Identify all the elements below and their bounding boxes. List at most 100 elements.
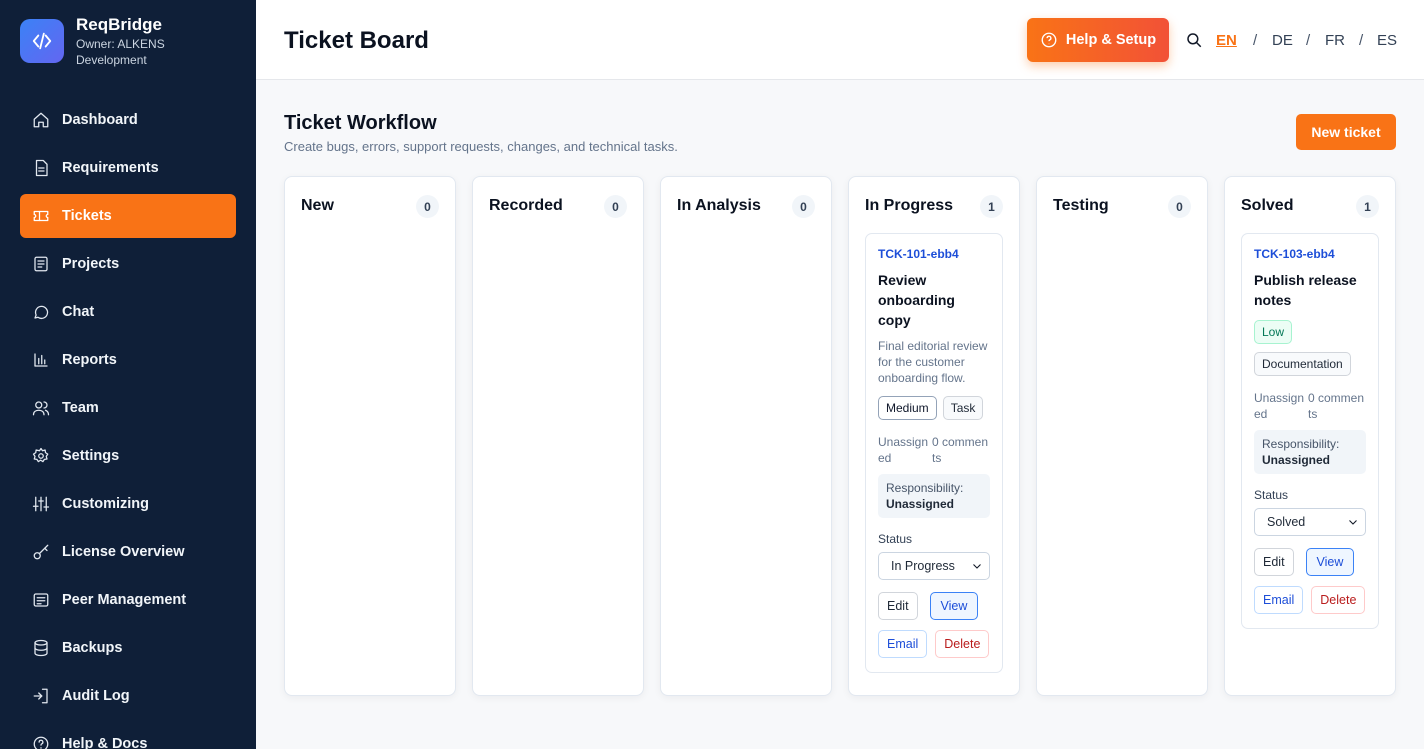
database-icon xyxy=(32,639,50,657)
status-select[interactable]: Solved xyxy=(1254,508,1366,536)
language-separator: / xyxy=(1306,32,1311,49)
view-button[interactable]: View xyxy=(929,592,979,620)
search-icon[interactable] xyxy=(1185,31,1203,49)
sidebar-item-label: Tickets xyxy=(62,208,112,224)
assignee-text: Unassigned xyxy=(878,435,929,465)
sidebar-item-audit-log[interactable]: Audit Log xyxy=(20,674,236,718)
language-es[interactable]: ES xyxy=(1377,32,1397,49)
team-icon xyxy=(32,399,50,417)
priority-badge: Low xyxy=(1254,320,1293,344)
brand-name: ReqBridge xyxy=(76,14,162,34)
sliders-icon xyxy=(32,495,50,513)
language-separator: / xyxy=(1359,32,1364,49)
column-title: In Analysis xyxy=(677,197,761,214)
column-count-badge: 0 xyxy=(416,195,439,218)
language-fr[interactable]: FR xyxy=(1325,32,1345,49)
status-label: Status xyxy=(878,532,913,546)
view-button[interactable]: View xyxy=(1305,548,1355,576)
responsibility-value: Unassigned xyxy=(1262,453,1331,467)
sidebar-item-requirements[interactable]: Requirements xyxy=(20,146,236,190)
sidebar-item-label: Backups xyxy=(62,640,123,656)
ticket-card[interactable]: TCK-103-ebb4 Publish release notes Low D… xyxy=(1241,233,1379,629)
column-recorded: Recorded 0 xyxy=(472,176,644,696)
home-icon xyxy=(32,111,50,129)
sidebar-nav: Dashboard Requirements Tickets Projects … xyxy=(20,98,236,749)
sidebar-item-backups[interactable]: Backups xyxy=(20,626,236,670)
priority-badge: Medium xyxy=(878,396,937,420)
column-title: In Progress xyxy=(865,197,954,214)
ticket-description: Final editorial review for the customer … xyxy=(878,339,988,385)
sidebar-item-label: Reports xyxy=(62,352,117,368)
sidebar-item-reports[interactable]: Reports xyxy=(20,338,236,382)
sidebar-item-label: Requirements xyxy=(62,160,159,176)
chat-icon xyxy=(32,303,50,321)
new-ticket-button[interactable]: New ticket xyxy=(1296,114,1396,150)
help-setup-button[interactable]: Help & Setup xyxy=(1027,18,1169,62)
sidebar-item-tickets[interactable]: Tickets xyxy=(20,194,236,238)
column-title: New xyxy=(301,197,334,214)
comments-count: 0 comments xyxy=(1308,391,1365,421)
language-separator: / xyxy=(1253,32,1258,49)
sidebar-item-settings[interactable]: Settings xyxy=(20,434,236,478)
bar-chart-icon xyxy=(32,351,50,369)
column-title: Recorded xyxy=(489,197,563,214)
sidebar-item-label: Help & Docs xyxy=(62,736,148,749)
language-de[interactable]: DE xyxy=(1272,32,1293,49)
ticket-icon xyxy=(32,207,50,225)
edit-button[interactable]: Edit xyxy=(878,592,918,620)
sidebar-item-label: Chat xyxy=(62,304,95,320)
sidebar-item-license-overview[interactable]: License Overview xyxy=(20,530,236,574)
ticket-id-link[interactable]: TCK-101-ebb4 xyxy=(878,246,990,262)
key-icon xyxy=(32,543,50,561)
column-new: New 0 xyxy=(284,176,456,696)
ticket-id-link[interactable]: TCK-103-ebb4 xyxy=(1254,246,1366,262)
edit-button[interactable]: Edit xyxy=(1254,548,1294,576)
sidebar-item-label: Projects xyxy=(62,256,120,272)
column-count-badge: 1 xyxy=(1356,195,1379,218)
sidebar-item-customizing[interactable]: Customizing xyxy=(20,482,236,526)
ticket-card[interactable]: TCK-101-ebb4 Review onboarding copy Fina… xyxy=(865,233,1003,673)
code-logo-icon xyxy=(20,19,64,63)
status-select-value: Solved xyxy=(1267,515,1306,529)
column-count-badge: 0 xyxy=(792,195,815,218)
top-header: Ticket Board Help & Setup EN / DE / FR /… xyxy=(256,0,1424,80)
chevron-down-icon xyxy=(973,564,981,569)
delete-button[interactable]: Delete xyxy=(935,630,990,658)
sidebar-item-team[interactable]: Team xyxy=(20,386,236,430)
help-icon xyxy=(32,735,50,749)
type-badge: Task xyxy=(942,396,984,420)
status-select[interactable]: In Progress xyxy=(878,552,990,580)
document-icon xyxy=(32,159,50,177)
help-icon xyxy=(1041,32,1057,48)
sidebar-item-help-docs[interactable]: Help & Docs xyxy=(20,722,236,749)
responsibility-box: Responsibility: Unassigned xyxy=(1254,430,1366,474)
delete-button[interactable]: Delete xyxy=(1311,586,1366,614)
language-en[interactable]: EN xyxy=(1216,32,1237,49)
sidebar: ReqBridge Owner: ALKENS Development Dash… xyxy=(0,0,256,749)
column-in-progress: In Progress 1 TCK-101-ebb4 Review onboar… xyxy=(848,176,1020,696)
ticket-title: Publish release notes xyxy=(1254,272,1357,308)
comments-count: 0 comments xyxy=(932,435,989,465)
sidebar-item-label: Audit Log xyxy=(62,688,130,704)
sidebar-item-dashboard[interactable]: Dashboard xyxy=(20,98,236,142)
section-subtitle: Create bugs, errors, support requests, c… xyxy=(284,139,678,154)
chevron-down-icon xyxy=(1349,520,1357,525)
responsibility-box: Responsibility: Unassigned xyxy=(878,474,990,518)
page-title: Ticket Board xyxy=(284,27,429,54)
column-solved: Solved 1 TCK-103-ebb4 Publish release no… xyxy=(1224,176,1396,696)
gear-icon xyxy=(32,447,50,465)
sidebar-item-peer-management[interactable]: Peer Management xyxy=(20,578,236,622)
column-count-badge: 0 xyxy=(604,195,627,218)
email-button[interactable]: Email xyxy=(878,630,928,658)
email-button[interactable]: Email xyxy=(1254,586,1304,614)
responsibility-label: Responsibility: xyxy=(886,481,964,495)
help-setup-label: Help & Setup xyxy=(1065,32,1157,48)
responsibility-label: Responsibility: xyxy=(1262,437,1340,451)
brand-owner: Owner: ALKENS Development xyxy=(76,36,165,67)
brand[interactable]: ReqBridge Owner: ALKENS Development xyxy=(0,0,256,80)
sidebar-item-chat[interactable]: Chat xyxy=(20,290,236,334)
sidebar-item-label: Dashboard xyxy=(62,112,138,128)
projects-icon xyxy=(32,255,50,273)
responsibility-value: Unassigned xyxy=(886,497,955,511)
sidebar-item-projects[interactable]: Projects xyxy=(20,242,236,286)
